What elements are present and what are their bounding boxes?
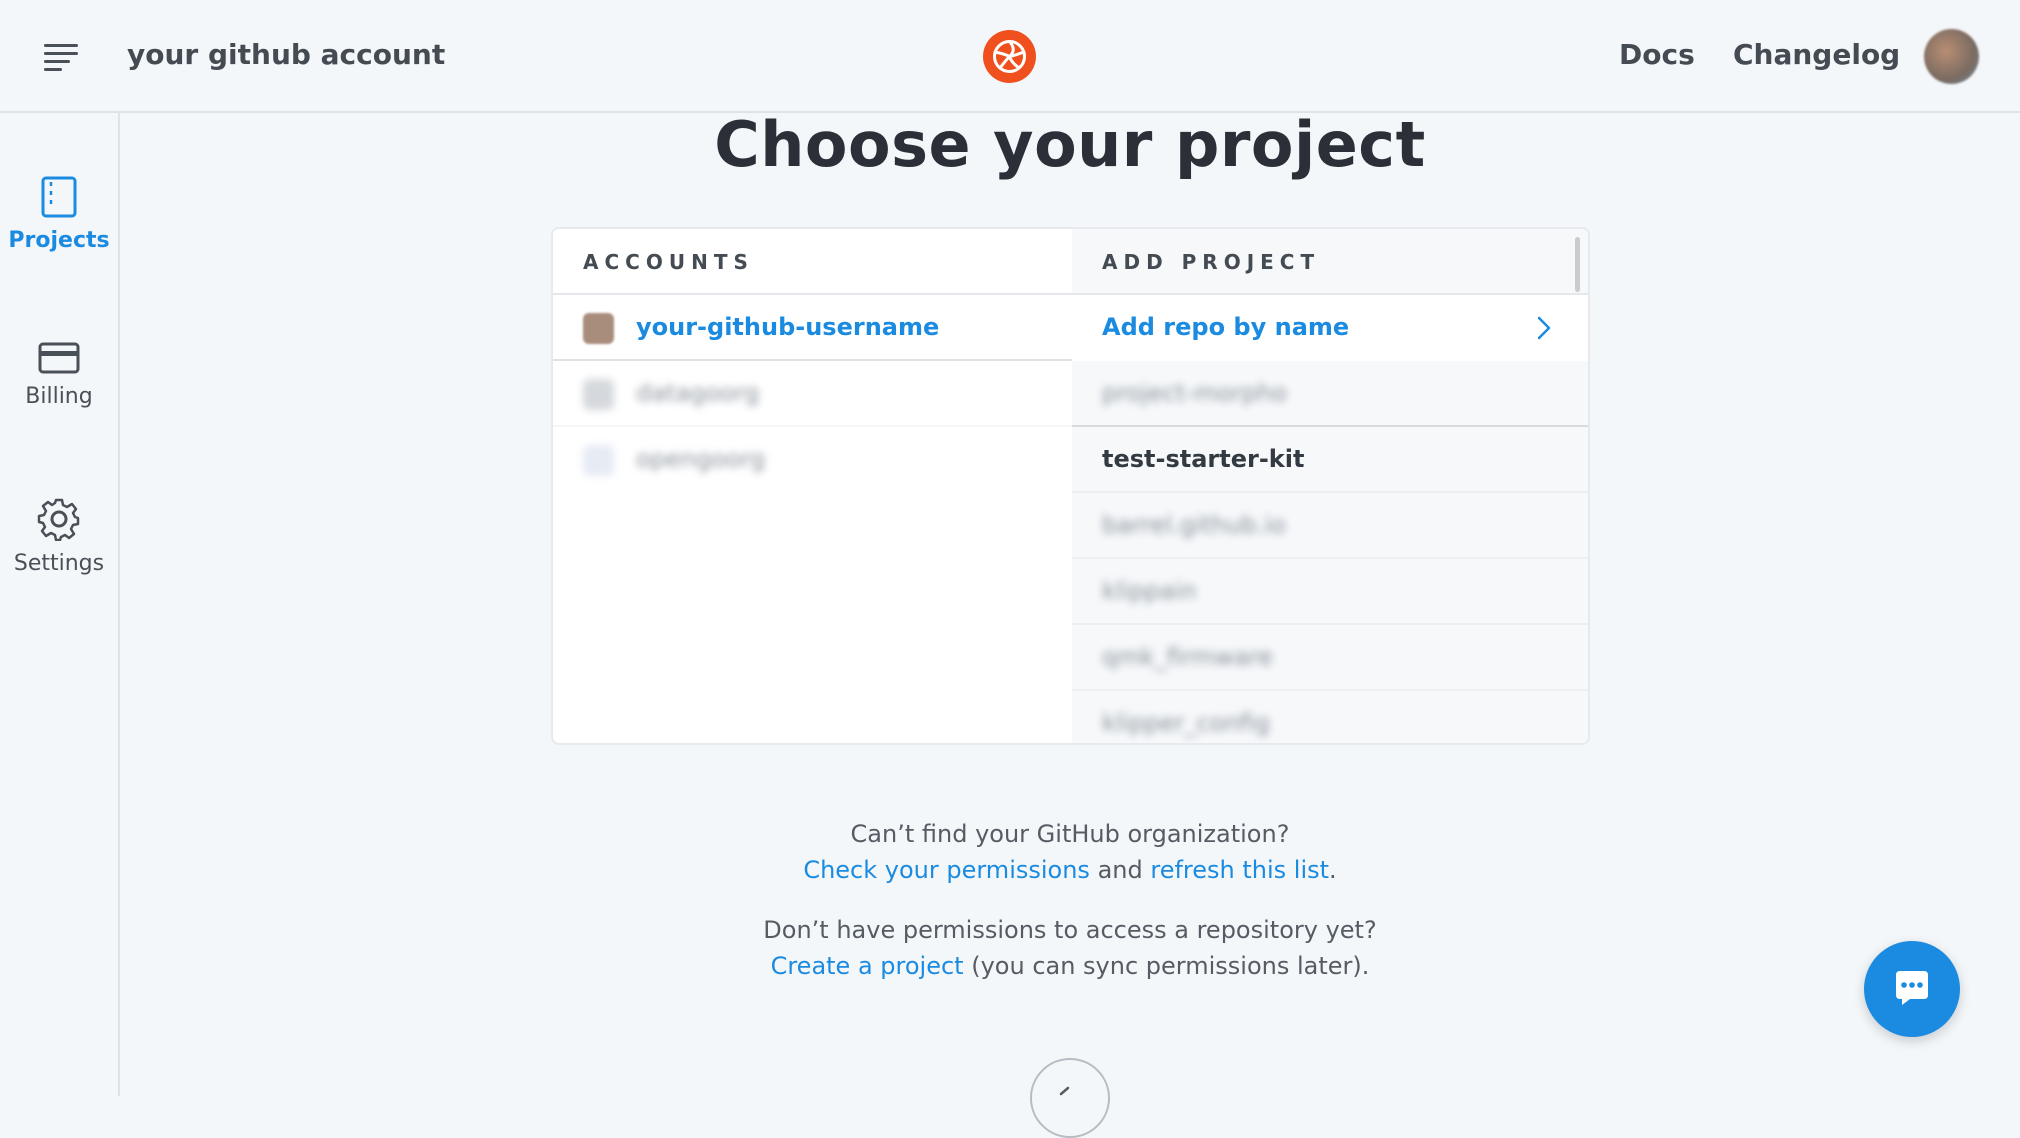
period-text: . <box>1329 856 1337 884</box>
check-permissions-link[interactable]: Check your permissions <box>803 856 1090 884</box>
repo-help-actions: Create a project (you can sync permissio… <box>120 952 2020 980</box>
add-project-column: ADD PROJECT Add repo by name project-mor… <box>1072 229 1588 743</box>
account-name: opengoorg <box>636 445 766 473</box>
chevron-right-icon <box>1537 316 1551 340</box>
scroll-down-button[interactable] <box>1030 1058 1110 1138</box>
org-help-actions: Check your permissions and refresh this … <box>120 856 2020 884</box>
account-avatar <box>583 445 614 476</box>
repo-name: barrel.github.io <box>1102 511 1286 539</box>
accounts-header: ACCOUNTS <box>553 229 1072 295</box>
repo-help-question: Don’t have permissions to access a repos… <box>763 916 1377 944</box>
project-chooser-panel: ACCOUNTS your-github-username datagoorg … <box>551 227 1590 745</box>
account-row[interactable]: your-github-username <box>553 295 1072 361</box>
scrollbar[interactable] <box>1575 237 1580 292</box>
org-help-question: Can’t find your GitHub organization? <box>850 820 1290 848</box>
chat-support-button[interactable] <box>1864 941 1960 1037</box>
docs-link[interactable]: Docs <box>1619 38 1695 71</box>
repo-row[interactable]: project-morpho <box>1072 361 1588 427</box>
account-row[interactable]: opengoorg <box>553 427 1072 493</box>
repo-name: qmk_firmware <box>1102 643 1273 671</box>
account-name: datagoorg <box>636 379 760 407</box>
sync-later-text: (you can sync permissions later). <box>963 952 1370 980</box>
accounts-column: ACCOUNTS your-github-username datagoorg … <box>553 229 1072 743</box>
repo-name: klippain <box>1102 577 1197 605</box>
account-name: your-github-username <box>636 313 940 341</box>
refresh-list-link[interactable]: refresh this list <box>1150 856 1329 884</box>
gear-icon <box>37 498 80 541</box>
sidebar-item-settings[interactable]: Settings <box>0 497 118 576</box>
chat-icon <box>1896 971 1928 1005</box>
page-title: Choose your project <box>714 108 1426 181</box>
add-repo-by-name-button[interactable]: Add repo by name <box>1072 295 1588 361</box>
create-project-link[interactable]: Create a project <box>771 952 964 980</box>
add-repo-label: Add repo by name <box>1102 313 1350 341</box>
repo-row[interactable]: qmk_firmware <box>1072 625 1588 691</box>
sidebar-item-label: Billing <box>25 384 93 409</box>
add-project-header: ADD PROJECT <box>1072 229 1588 295</box>
account-avatar <box>583 313 614 344</box>
projects-icon <box>41 176 77 218</box>
account-name: your github account <box>127 38 446 71</box>
sidebar-item-label: Settings <box>13 551 105 576</box>
brand-logo-icon[interactable] <box>983 30 1036 83</box>
user-avatar[interactable] <box>1924 29 1979 84</box>
repo-name: test-starter-kit <box>1102 445 1305 473</box>
sidebar-item-projects[interactable]: Projects <box>0 176 118 253</box>
credit-card-icon <box>38 342 80 374</box>
sidebar-item-label: Projects <box>8 228 110 253</box>
changelog-link[interactable]: Changelog <box>1733 38 1900 71</box>
repo-row[interactable]: barrel.github.io <box>1072 493 1588 559</box>
repo-row[interactable]: klippain <box>1072 559 1588 625</box>
sidebar-item-billing[interactable]: Billing <box>0 342 118 409</box>
repo-row[interactable]: test-starter-kit <box>1072 427 1588 493</box>
check-icon <box>1059 1086 1070 1096</box>
menu-icon[interactable] <box>44 42 80 72</box>
sidebar: Projects Billing Settings <box>0 113 120 1096</box>
repo-row[interactable]: klipper_config <box>1072 691 1588 743</box>
account-avatar <box>583 379 614 410</box>
repo-name: klipper_config <box>1102 709 1270 737</box>
account-row[interactable]: datagoorg <box>553 361 1072 427</box>
top-bar: your github account Docs Changelog <box>0 0 2020 113</box>
and-text: and <box>1089 856 1151 884</box>
repo-name: project-morpho <box>1102 379 1288 407</box>
